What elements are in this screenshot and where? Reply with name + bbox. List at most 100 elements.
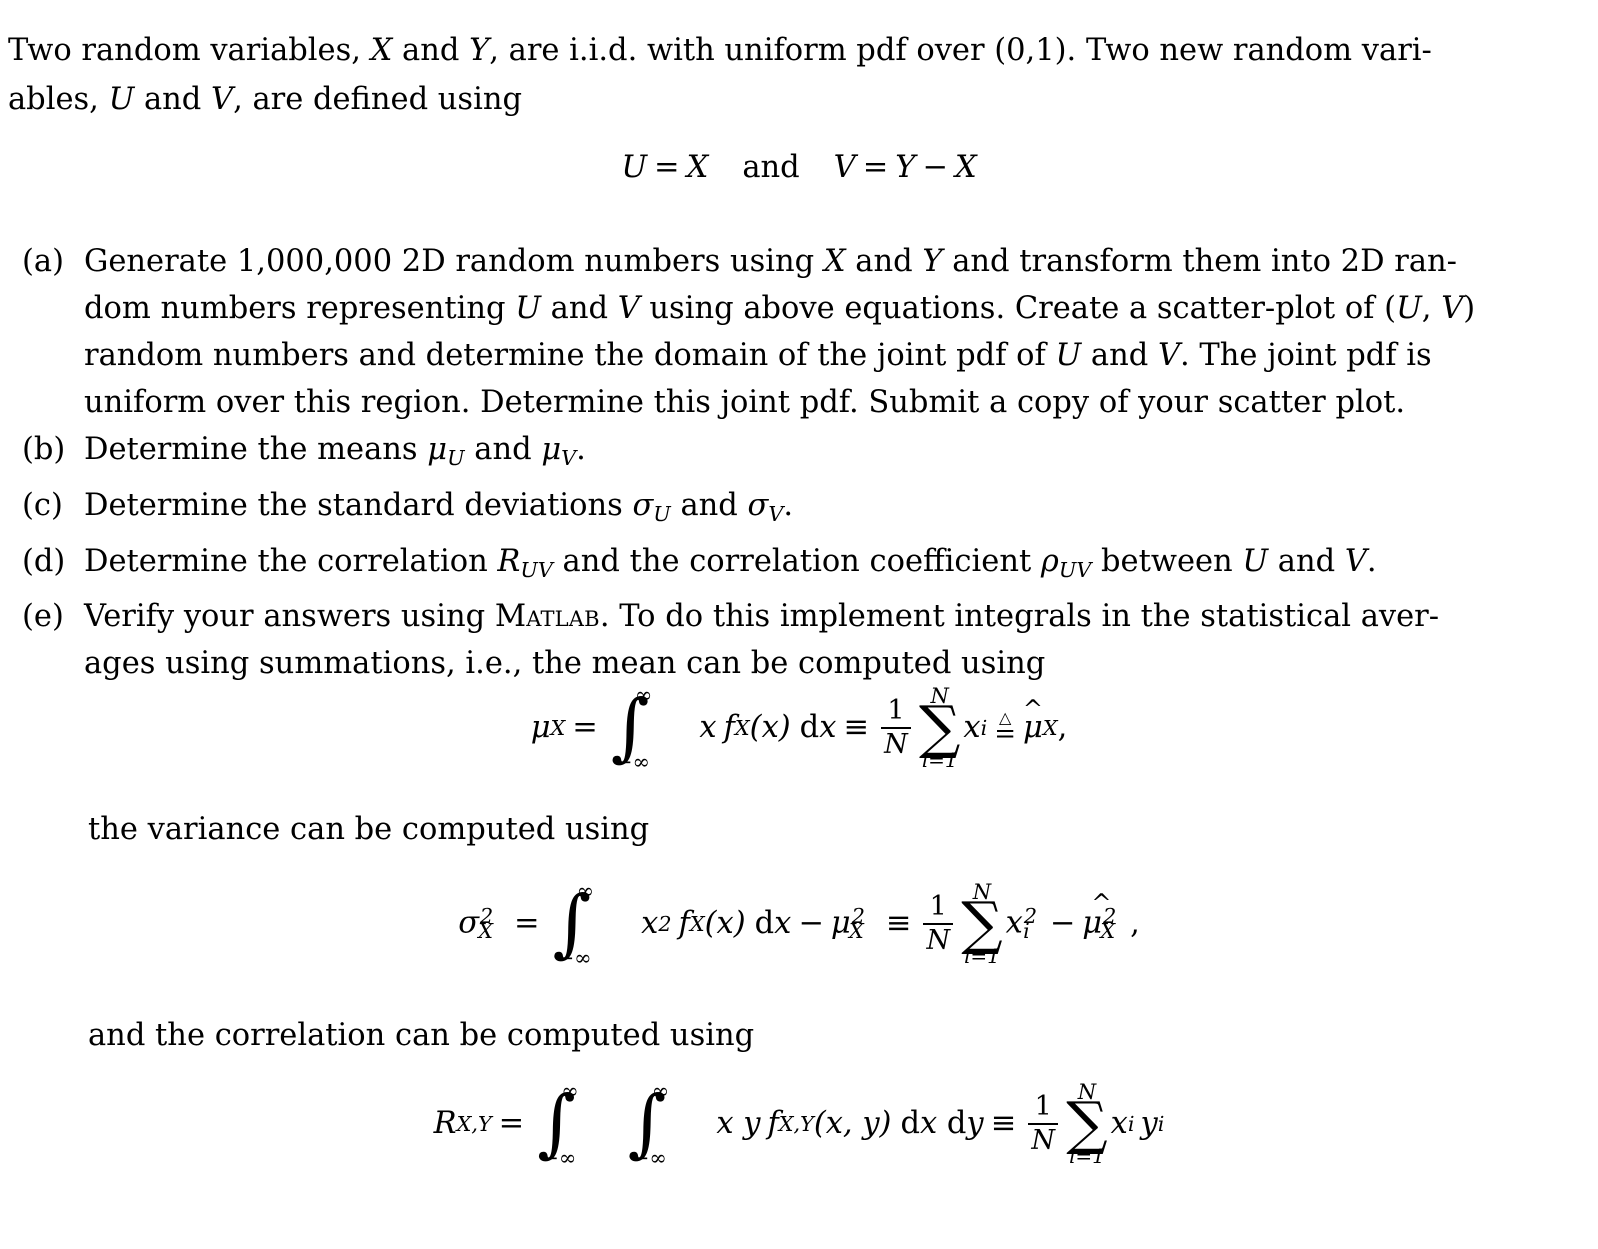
equation-mean-body: μX = ∫ ∞ −∞ x f X (x) dx ≡ 1 N N ∑ i=1 xi [531,683,1068,774]
eq-var-sigma: σ [458,905,480,941]
item-a-line-3: random numbers and determine the domain … [84,332,1592,379]
intro-text-6: , are defined using [233,82,523,117]
eq-corr-xy: x y [716,1106,761,1142]
fraction-numerator: 1 [887,695,905,727]
item-b-mu-2: μ [541,432,562,467]
mu-squared-X: μ2X [831,904,879,943]
list-item-a: (a) Generate 1,000,000 2D random numbers… [22,238,1592,426]
eq-var-minus-2: − [1049,906,1076,942]
item-label-c: (c) [22,487,63,523]
item-c-sigma-2: σ [747,487,769,523]
item-a-var-U: U [515,291,541,326]
eq-mean-xi: x [963,710,981,746]
variance-intro-text: the variance can be computed using [88,812,650,847]
equation-mean: μX = ∫ ∞ −∞ x f X (x) dx ≡ 1 N N ∑ i=1 xi [0,683,1598,774]
item-a-var-U2: U [1396,291,1422,326]
item-b-line-1: Determine the means μU and μV. [84,426,1592,482]
list-item-e: (e) Verify your answers using Matlab. To… [22,593,1592,687]
item-label-b: (b) [22,432,66,467]
item-a-text-4: dom numbers representing [84,291,516,326]
eq-uv-lhs2: V [833,150,856,185]
eq-mean-x: x [699,710,717,746]
eq-mean-xi-sub: i [980,715,988,740]
correlation-intro-text: and the correlation can be computed usin… [88,1018,755,1053]
item-a-line-4: uniform over this region. Determine this… [84,385,1406,420]
eq-corr-xi-sub: i [1127,1111,1135,1136]
item-e-text-2: . To do this implement integrals in the … [599,599,1440,635]
item-a-var-U3: U [1055,338,1082,373]
integral-upper-limit-outer: ∞ [561,1079,579,1104]
eq-var-x: x [641,906,659,942]
integral-symbol: ∫ ∞ −∞ [611,683,653,774]
eq-var-comma: , [1130,906,1140,942]
item-d-R-sub: UV [520,557,553,582]
summation-glyph: ∑ [918,693,961,761]
eq-var-f-arg: (x) [704,906,746,942]
variable-X: X [370,33,393,68]
item-c-sigma-2-sub: V [768,501,784,526]
item-a-var-V: V [617,291,640,326]
item-d-rho: ρ [1040,543,1059,579]
eq-var-equiv: ≡ [885,906,912,942]
eq-uv-minus: − [922,150,948,185]
summation-symbol-variance: N ∑ i=1 [961,882,1002,966]
equation-definition-uv: U = X and V = Y − X [0,150,1598,185]
item-a-text-10: and [1081,338,1158,373]
eq-var-dx-var: x [774,906,792,942]
item-a-var-V3: V [1157,338,1180,373]
item-e-matlab: Matlab [494,599,600,635]
eq-var-muhat-sub: X [1100,919,1116,944]
variable-Y: Y [469,33,490,68]
item-d-text-4: and [1268,543,1345,579]
integral-lower-limit-variance: −∞ [556,946,592,971]
integral-lower-limit-outer: −∞ [541,1146,577,1171]
eq-var-f-sub: X [689,911,705,936]
eq-corr-f-arg: (x, y) [813,1106,892,1142]
eq-mean-f: f [723,710,735,746]
document-page: Two random variables, X and Y, are i.i.d… [0,0,1598,1249]
list-item-b: (b) Determine the means μU and μV. [22,426,1592,482]
intro-text-5: and [134,82,212,117]
item-a-text-1: Generate 1,000,000 2D random numbers usi… [84,244,824,279]
item-d-U: U [1242,543,1269,579]
eq-var-xi: x [1005,905,1023,941]
item-a-line-1: Generate 1,000,000 2D random numbers usi… [84,238,1592,285]
summation-glyph-variance: ∑ [961,889,1003,957]
item-b-text-2: and [464,432,542,467]
summation-symbol: N ∑ i=1 [919,686,960,770]
eq-corr-R-sub: X,Y [456,1111,492,1136]
eq-uv-rhs2b: X [954,150,977,185]
integral-upper-limit: ∞ [634,683,653,708]
item-label-d: (d) [22,543,66,579]
intro-text-4: ables, [8,82,109,117]
item-d-rho-sub: UV [1058,557,1092,582]
summation-lower-limit-variance: i=1 [964,943,1000,968]
eq-mean-equiv: ≡ [843,710,869,746]
problem-items-list: (a) Generate 1,000,000 2D random numbers… [22,238,1592,687]
item-a-var-Y: Y [922,244,943,279]
eq-var-minus: − [798,906,824,942]
item-c-sigma-1: σ [632,487,654,523]
item-a-text-8: ) [1463,291,1476,326]
item-body-d: Determine the correlation RUV and the co… [84,538,1592,594]
eq-var-x-sup: 2 [658,911,672,936]
equation-variance-body: σ2X = ∫ ∞ −∞ x 2 f X (x) dx − μ2X ≡ 1 N N ∑ … [458,879,1140,970]
eq-var-sigma-sub: X [478,919,494,944]
fraction-numerator-variance: 1 [929,891,947,923]
fraction-denominator-correlation: N [1031,1124,1056,1156]
item-d-V: V [1344,543,1367,579]
eq-uv-lhs1: U [621,150,648,185]
eq-uv-equals1: = [654,150,680,185]
integral-symbol-outer: ∫ ∞ −∞ [537,1079,579,1170]
item-a-var-X: X [823,244,846,279]
item-c-text-2: and [670,487,748,523]
eq-uv-equals2: = [862,150,889,185]
eq-mean-differential: dx [799,710,837,746]
item-a-text-7: , [1421,291,1442,326]
item-c-line-1: Determine the standard deviations σU and… [84,482,1592,538]
integral-glyph-outer: ∫ [537,1080,576,1167]
summation-lower-limit-correlation: i=1 [1068,1143,1105,1168]
sigma-squared-X: σ2X [458,904,507,943]
eq-var-mu-sub: X [848,919,864,944]
item-e-line-1: Verify your answers using Matlab. To do … [84,593,1592,640]
